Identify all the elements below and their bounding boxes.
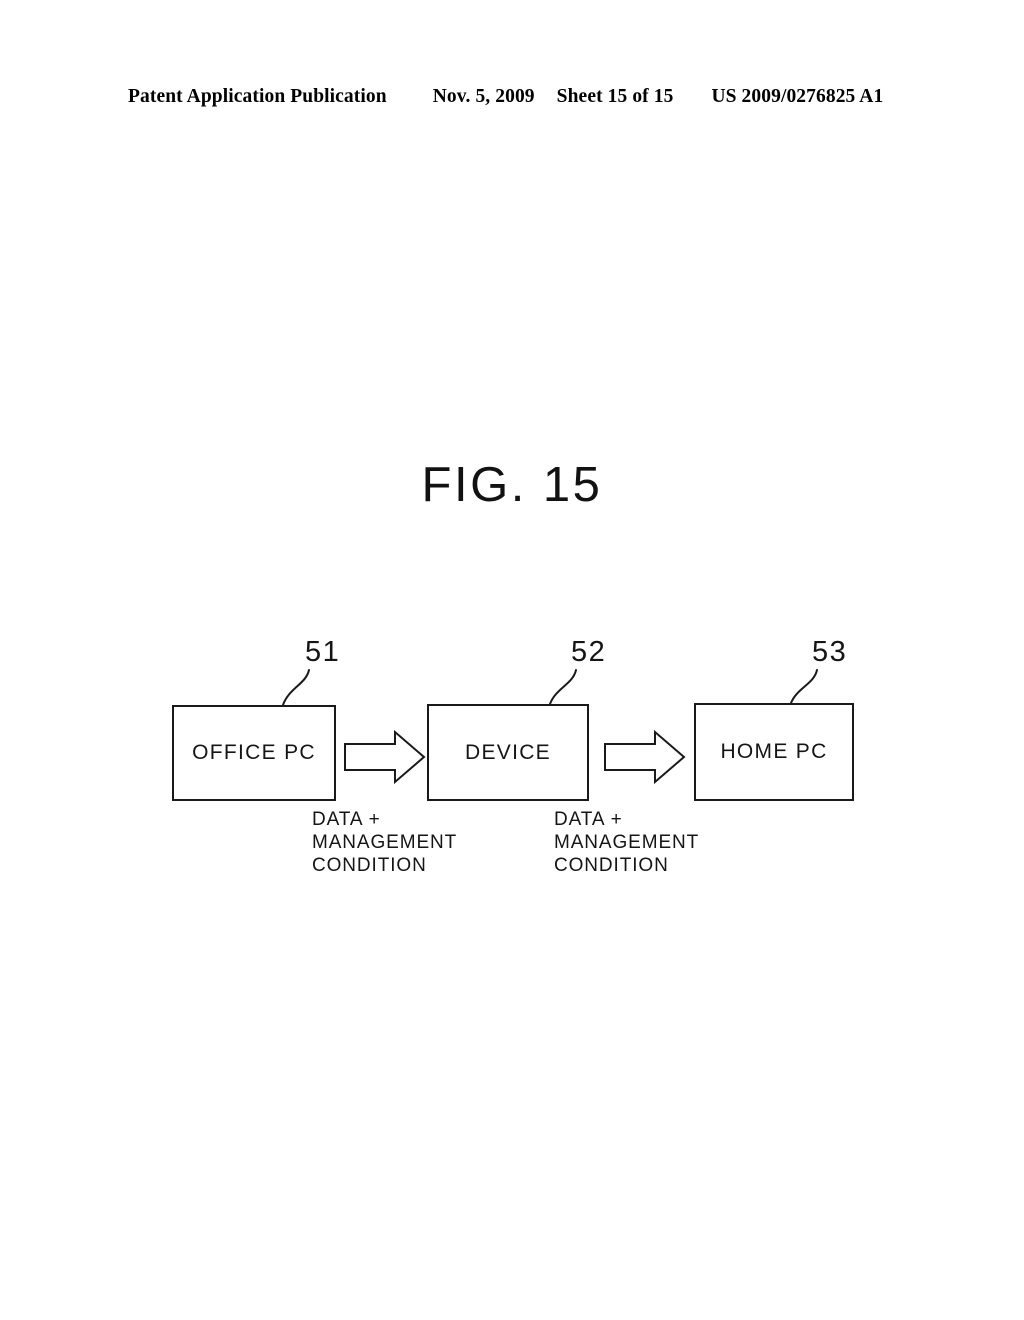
leader-line-52 <box>549 669 577 705</box>
reference-numeral-52: 52 <box>571 636 607 668</box>
reference-numeral-53: 53 <box>812 636 848 668</box>
flow-caption-office-to-device: DATA + MANAGEMENT CONDITION <box>312 808 457 877</box>
flow-caption-line-1: DATA + <box>312 809 381 830</box>
leader-line-51 <box>282 669 310 706</box>
flow-caption-line-3: CONDITION <box>554 855 669 876</box>
flow-caption-device-to-home: DATA + MANAGEMENT CONDITION <box>554 808 699 877</box>
block-office-pc-label: OFFICE PC <box>192 741 316 764</box>
flow-arrow-device-to-home <box>604 729 686 785</box>
flow-caption-line-1: DATA + <box>554 809 623 830</box>
figure-diagram <box>0 0 1024 1320</box>
leader-line-53 <box>790 669 818 704</box>
flow-caption-line-3: CONDITION <box>312 855 427 876</box>
reference-numeral-51: 51 <box>305 636 341 668</box>
block-home-pc: HOME PC <box>694 703 854 801</box>
flow-caption-line-2: MANAGEMENT <box>312 832 458 853</box>
flow-caption-line-2: MANAGEMENT <box>554 832 700 853</box>
flow-arrow-office-to-device <box>344 729 426 785</box>
block-home-pc-label: HOME PC <box>720 740 828 763</box>
diagram-canvas <box>282 669 818 785</box>
block-office-pc: OFFICE PC <box>172 705 336 801</box>
block-device: DEVICE <box>427 704 589 801</box>
block-device-label: DEVICE <box>465 740 551 764</box>
